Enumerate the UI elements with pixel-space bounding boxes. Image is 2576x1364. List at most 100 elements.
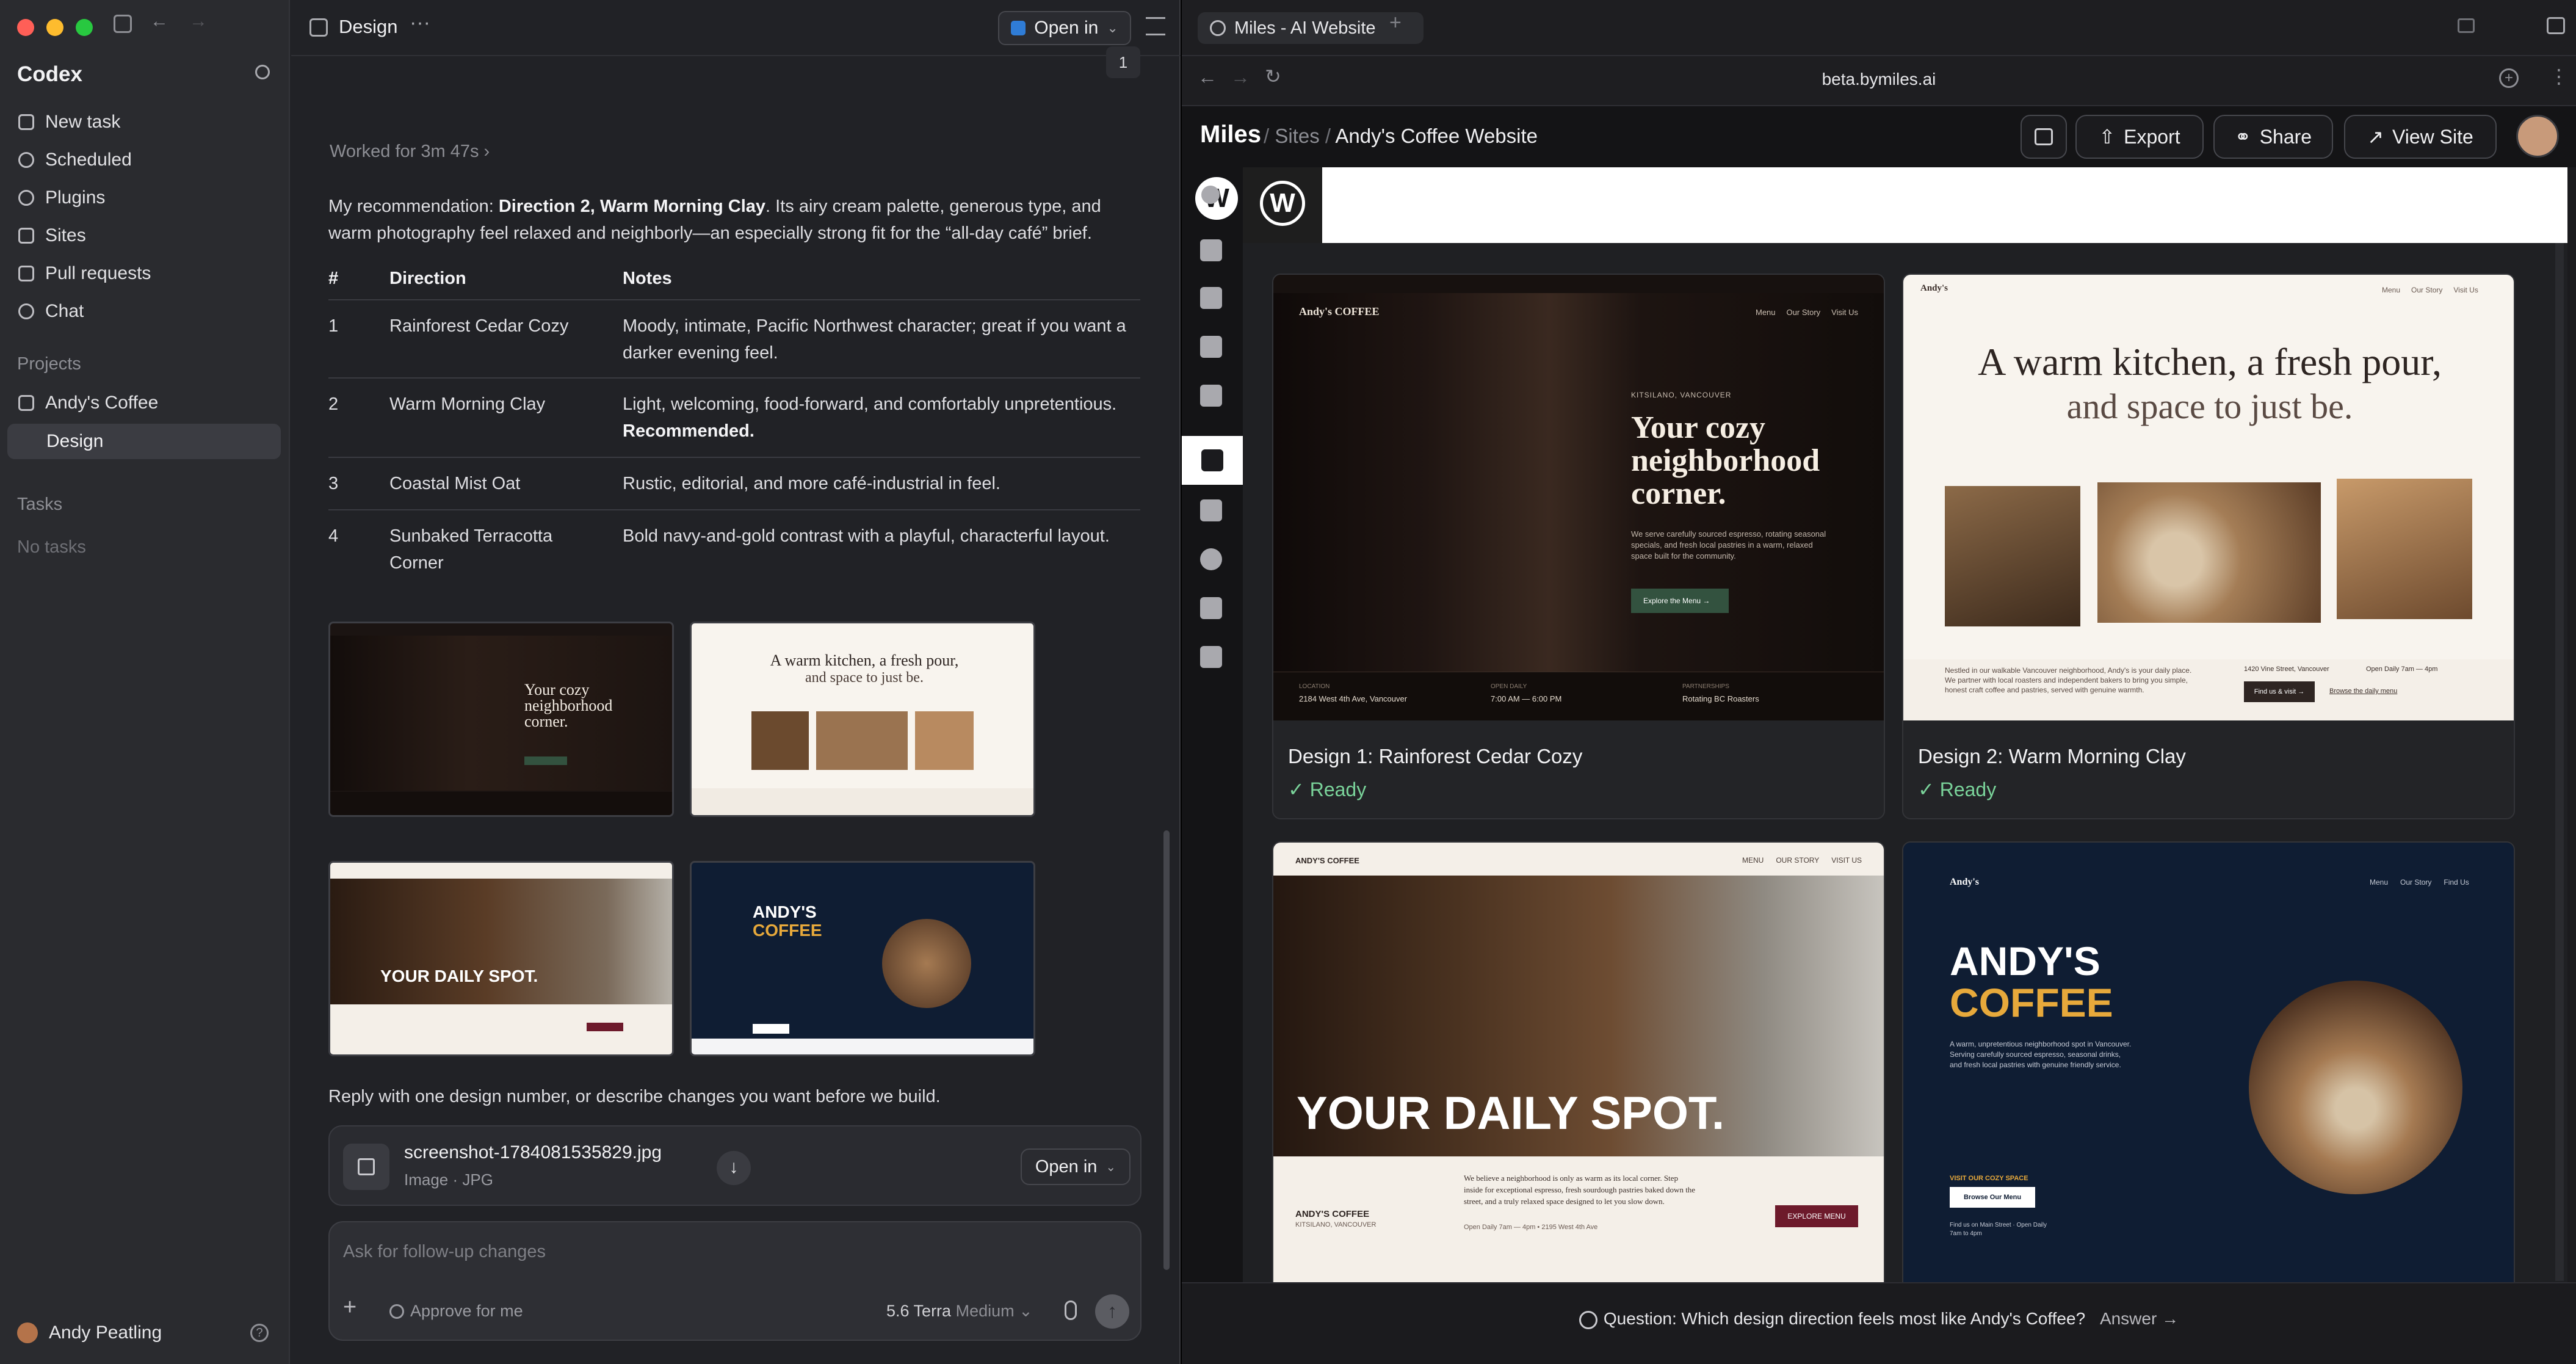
follow-up-input[interactable]: Ask for follow-up changes <box>343 1242 1124 1262</box>
tools-icon[interactable] <box>1200 597 1222 619</box>
media-icon[interactable] <box>1200 287 1222 309</box>
sidebar-item-new-task[interactable]: New task <box>18 106 120 138</box>
status-ready: ✓ Ready <box>1918 778 1997 800</box>
breadcrumb-sites[interactable]: Sites <box>1275 125 1319 147</box>
comments-icon[interactable] <box>1200 385 1222 407</box>
worked-for-toggle[interactable]: Worked for 3m 47s › <box>330 142 490 162</box>
sidebar: ← → Codex New task Scheduled Plugins Sit… <box>0 0 290 1364</box>
page-badge: 1 <box>1106 46 1140 78</box>
chevron-right-icon: › <box>483 142 490 161</box>
attachment-card: screenshot-1784081535829.jpg Image · JPG… <box>328 1125 1141 1206</box>
project-design-selected[interactable]: Design <box>7 424 281 459</box>
pencil-icon <box>18 114 34 130</box>
table-row: 1 Rainforest Cedar Cozy Moody, intimate,… <box>328 300 1140 379</box>
design-3-thumbnail[interactable]: YOUR DAILY SPOT. <box>328 861 674 1056</box>
miles-header: Miles / Sites / Andy's Coffee Website ⇧ E… <box>1182 106 2576 167</box>
approve-icon <box>389 1304 404 1319</box>
question-text: Question: Which design direction feels m… <box>1603 1309 2086 1328</box>
attachment-open-in-button[interactable]: Open in ⌄ <box>1021 1148 1131 1185</box>
maximize-window-button[interactable] <box>76 19 93 36</box>
design-2-thumbnail[interactable]: A warm kitchen, a fresh pour, and space … <box>690 622 1035 817</box>
microphone-icon[interactable] <box>1065 1301 1077 1320</box>
pin-icon[interactable] <box>1200 239 1222 261</box>
browser-menu-icon[interactable]: ⋮ <box>2549 65 2569 88</box>
sidebar-item-scheduled[interactable]: Scheduled <box>18 144 132 176</box>
sidebar-toggle-icon[interactable] <box>114 15 132 33</box>
sidebar-item-chat[interactable]: Chat <box>18 296 84 327</box>
approve-for-me-toggle[interactable]: Approve for me <box>389 1302 523 1321</box>
user-name[interactable]: Andy Peatling <box>49 1322 162 1343</box>
answer-link[interactable]: Answer → <box>2100 1309 2179 1328</box>
question-icon <box>1579 1310 1597 1329</box>
miles-logo[interactable]: Miles <box>1200 121 1261 148</box>
forward-arrow-icon[interactable]: → <box>189 11 208 32</box>
diff-panel-icon[interactable] <box>1146 17 1165 35</box>
wordpress-logo-icon[interactable]: W <box>1260 181 1305 226</box>
question-bar: Question: Which design direction feels m… <box>1182 1282 2576 1364</box>
close-window-button[interactable] <box>17 19 34 36</box>
share-icon: ⚭ <box>2234 126 2251 148</box>
share-button[interactable]: ⚭ Share <box>2213 115 2333 159</box>
recommendation-text: My recommendation: Direction 2, Warm Mor… <box>328 197 1101 243</box>
chevron-down-icon: ⌄ <box>1105 1160 1116 1174</box>
browser-tabbar: Miles - AI Website + <box>1182 0 2576 56</box>
globe-icon <box>1210 20 1226 36</box>
clock-icon <box>18 152 34 168</box>
table-row: 2 Warm Morning Clay Light, welcoming, fo… <box>328 379 1140 458</box>
minimize-window-button[interactable] <box>46 19 63 36</box>
tasks-heading: Tasks <box>17 495 63 514</box>
design-card-4[interactable]: Andy's Menu Our Story Find Us ANDY'S COFFE… <box>1902 841 2515 1293</box>
search-icon[interactable] <box>255 65 270 79</box>
view-site-button[interactable]: ↗ View Site <box>2344 115 2497 159</box>
no-tasks-text: No tasks <box>17 537 86 557</box>
design-1-thumbnail[interactable]: Your cozy neighborhood corner. <box>328 622 674 817</box>
design-card-1[interactable]: Andy's COFFEE Menu Our Story Visit Us KITS… <box>1272 274 1885 819</box>
pages-icon[interactable] <box>1200 336 1222 358</box>
download-icon[interactable]: ↓ <box>717 1151 751 1185</box>
more-options-icon[interactable]: ··· <box>410 11 430 35</box>
sidebar-right-icon[interactable] <box>2547 17 2565 34</box>
export-button[interactable]: ⇧ Export <box>2075 115 2204 159</box>
open-in-button[interactable]: Open in ⌄ <box>998 11 1131 45</box>
app-title: Codex <box>17 62 82 86</box>
settings-icon[interactable] <box>1200 646 1222 668</box>
plugins-icon[interactable] <box>1200 499 1222 521</box>
codex-window: ← → Codex New task Scheduled Plugins Sit… <box>0 0 1181 1364</box>
sidebar-item-plugins[interactable]: Plugins <box>18 182 105 214</box>
help-icon[interactable]: ? <box>250 1324 269 1342</box>
model-selector[interactable]: 5.6 Terra Medium ⌄ <box>886 1302 1033 1321</box>
url-field[interactable]: beta.bymiles.ai <box>1182 70 2576 89</box>
design-card-3[interactable]: ANDY'S COFFEE MENU OUR STORY VISIT US YOUR… <box>1272 841 1885 1293</box>
appearance-selected[interactable] <box>1182 436 1243 485</box>
brush-icon <box>1201 449 1223 471</box>
sidebar-item-sites[interactable]: Sites <box>18 220 86 252</box>
wordpress-admin-rail: W <box>1182 167 1243 1282</box>
dashboard-icon[interactable] <box>1201 186 1220 204</box>
design-card-2[interactable]: Andy's Menu Our Story Visit Us A warm kitc… <box>1902 274 2515 819</box>
chevron-down-icon: ⌄ <box>1019 1302 1033 1320</box>
back-arrow-icon[interactable]: ← <box>150 11 168 32</box>
design-canvas: Andy's COFFEE Menu Our Story Visit Us KITS… <box>1243 243 2567 1293</box>
table-row: 4 Sunbaked Terracotta Corner Bold navy-a… <box>328 526 1110 573</box>
add-bookmark-icon[interactable]: + <box>2499 68 2519 88</box>
sidebar-item-pull-requests[interactable]: Pull requests <box>18 258 151 289</box>
upload-icon: ⇧ <box>2099 126 2116 148</box>
user-avatar[interactable] <box>2516 115 2559 158</box>
send-button[interactable]: ↑ <box>1095 1294 1129 1329</box>
composer: Ask for follow-up changes + Approve for … <box>328 1221 1141 1341</box>
reply-prompt: Reply with one design number, or describ… <box>328 1087 941 1106</box>
browser-window: Miles - AI Website + ← → ↻ beta.bymiles.… <box>1182 0 2576 1364</box>
user-avatar[interactable] <box>17 1322 38 1343</box>
main-header: Design ··· Open in ⌄ <box>291 0 1181 56</box>
new-tab-icon[interactable]: + <box>1389 11 1402 35</box>
window-layout-icon[interactable] <box>2458 18 2475 33</box>
project-andys-coffee[interactable]: Andy's Coffee <box>18 387 158 419</box>
panel-icon <box>2035 128 2053 145</box>
add-icon[interactable]: + <box>343 1294 356 1321</box>
design-label: Design 2: Warm Morning Clay <box>1918 745 2186 767</box>
layout-toggle-button[interactable] <box>2021 115 2067 159</box>
users-icon[interactable] <box>1200 548 1222 570</box>
status-ready: ✓ Ready <box>1288 778 1367 800</box>
scrollbar[interactable] <box>1163 830 1170 1270</box>
design-4-thumbnail[interactable]: ANDY'S COFFEE <box>690 861 1035 1056</box>
